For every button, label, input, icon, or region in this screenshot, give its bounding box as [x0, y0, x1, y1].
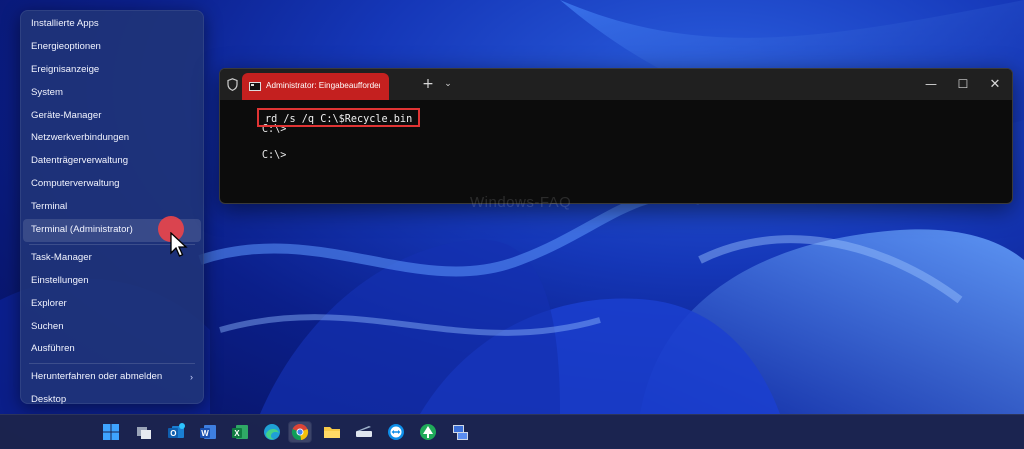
- menu-item-explorer[interactable]: Explorer: [21, 293, 203, 316]
- teamviewer-icon[interactable]: [386, 422, 406, 442]
- watermark-text: Windows-FAQ: [470, 194, 572, 211]
- mouse-cursor-icon: [170, 232, 188, 257]
- shield-icon: [227, 78, 238, 91]
- console-line: C:\> rd /s /q C:\$Recycle.bin: [225, 108, 421, 139]
- windows-start-icon[interactable]: [101, 422, 121, 442]
- menu-item-disk-management[interactable]: Datenträgerverwaltung: [21, 150, 203, 173]
- command-prompt-icon: [249, 82, 261, 91]
- terminal-window: Administrator: Eingabeaufforderung + ⌄ —…: [219, 68, 1013, 204]
- menu-item-run[interactable]: Ausführen: [21, 338, 203, 361]
- menu-item-desktop[interactable]: Desktop: [21, 389, 203, 412]
- taskbar: O W X: [0, 414, 1024, 449]
- terminal-titlebar[interactable]: Administrator: Eingabeaufforderung + ⌄ —…: [220, 69, 1012, 100]
- menu-item-search[interactable]: Suchen: [21, 316, 203, 339]
- svg-text:W: W: [201, 429, 209, 438]
- menu-item-network-connections[interactable]: Netzwerkverbindungen: [21, 127, 203, 150]
- prompt-text: C:\>: [261, 150, 287, 161]
- scanner-icon[interactable]: [354, 422, 374, 442]
- file-explorer-icon[interactable]: [322, 422, 342, 442]
- network-icon[interactable]: [450, 422, 470, 442]
- maximize-button[interactable]: ☐: [948, 69, 978, 100]
- tree-app-icon[interactable]: [418, 422, 438, 442]
- menu-item-settings[interactable]: Einstellungen: [21, 270, 203, 293]
- close-button[interactable]: ✕: [980, 69, 1010, 100]
- console-line: C:\>: [225, 139, 287, 165]
- menu-item-terminal[interactable]: Terminal: [21, 196, 203, 219]
- svg-text:X: X: [234, 429, 240, 438]
- tab-title: Administrator: Eingabeaufforderung: [266, 81, 380, 90]
- chrome-icon[interactable]: [288, 421, 312, 443]
- excel-icon[interactable]: X: [230, 422, 250, 442]
- tab-command-prompt[interactable]: Administrator: Eingabeaufforderung: [242, 73, 389, 100]
- menu-separator: [29, 363, 195, 365]
- chevron-right-icon: ›: [190, 372, 193, 383]
- menu-item-installed-apps[interactable]: Installierte Apps: [21, 13, 203, 36]
- outlook-icon[interactable]: O: [166, 422, 186, 442]
- minimize-button[interactable]: —: [916, 69, 946, 100]
- task-view-icon[interactable]: [134, 422, 154, 442]
- menu-item-system[interactable]: System: [21, 82, 203, 105]
- highlighted-command: rd /s /q C:\$Recycle.bin: [257, 108, 421, 127]
- edge-icon[interactable]: [262, 422, 282, 442]
- chevron-down-icon[interactable]: ⌄: [440, 69, 456, 100]
- new-tab-button[interactable]: +: [418, 69, 438, 100]
- winx-context-menu: Installierte Apps Energieoptionen Ereign…: [20, 10, 204, 405]
- menu-item-shutdown-label: Herunterfahren oder abmelden: [31, 371, 163, 383]
- menu-item-shutdown[interactable]: Herunterfahren oder abmelden ›: [21, 366, 203, 389]
- menu-item-computer-management[interactable]: Computerverwaltung: [21, 173, 203, 196]
- word-icon[interactable]: W: [198, 422, 218, 442]
- menu-item-device-manager[interactable]: Geräte-Manager: [21, 105, 203, 128]
- svg-text:O: O: [170, 429, 176, 438]
- console-output[interactable]: C:\> rd /s /q C:\$Recycle.bin C:\>: [225, 108, 421, 165]
- menu-item-power-options[interactable]: Energieoptionen: [21, 36, 203, 59]
- menu-item-event-viewer[interactable]: Ereignisanzeige: [21, 59, 203, 82]
